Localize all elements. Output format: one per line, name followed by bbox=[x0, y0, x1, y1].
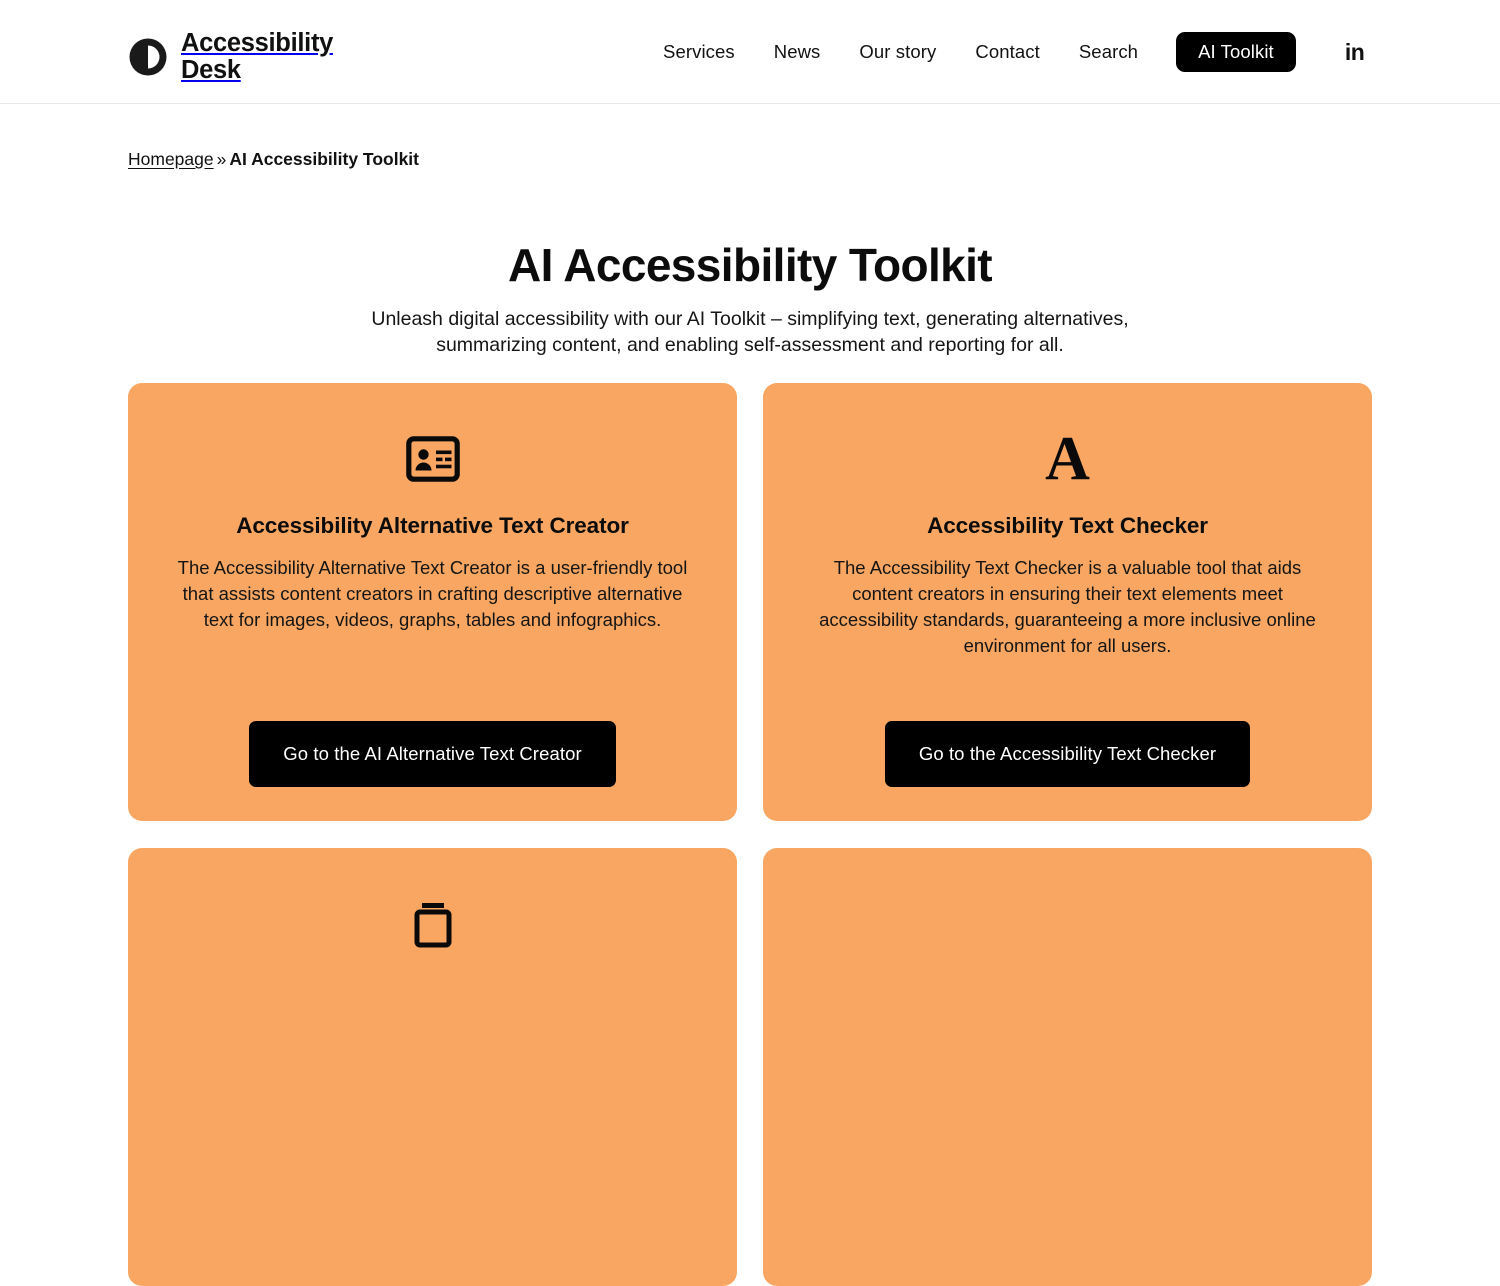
letter-a-icon: A bbox=[1045, 425, 1090, 493]
nav-link-search[interactable]: Search bbox=[1079, 35, 1138, 69]
logo-wordmark: Accessibility Desk bbox=[181, 30, 333, 83]
page-title: AI Accessibility Toolkit bbox=[507, 239, 993, 291]
tool-card-fourth bbox=[763, 848, 1372, 1286]
breadcrumb-current: AI Accessibility Toolkit bbox=[229, 149, 419, 169]
breadcrumb-link-homepage[interactable]: Homepage bbox=[128, 149, 214, 169]
site-logo[interactable]: Accessibility Desk bbox=[128, 30, 333, 83]
nav-link-our-story[interactable]: Our story bbox=[859, 35, 936, 69]
hero-section: AI Accessibility Toolkit Unleash digital… bbox=[0, 238, 1500, 358]
go-to-accessibility-text-checker-button[interactable]: Go to the Accessibility Text Checker bbox=[884, 721, 1251, 787]
toolkit-card-grid: Accessibility Alternative Text Creator T… bbox=[128, 383, 1372, 1286]
card-description: The Accessibility Alternative Text Creat… bbox=[177, 557, 688, 630]
logo-wordmark-line2: Desk bbox=[181, 55, 241, 84]
breadcrumb: Homepage» AI Accessibility Toolkit bbox=[128, 146, 419, 172]
nav-link-news[interactable]: News bbox=[774, 35, 821, 69]
nav-link-services[interactable]: Services bbox=[663, 35, 735, 69]
id-card-icon bbox=[405, 429, 460, 489]
card-description: The Accessibility Text Checker is a valu… bbox=[819, 557, 1316, 656]
logo-wordmark-line1: Accessibility bbox=[181, 29, 334, 57]
site-header: Accessibility Desk Services News Our stor… bbox=[0, 0, 1500, 104]
document-icon bbox=[409, 894, 457, 954]
card-title: Accessibility Alternative Text Creator bbox=[236, 513, 629, 538]
card-title: Accessibility Text Checker bbox=[927, 513, 1208, 538]
ai-toolkit-button[interactable]: AI Toolkit bbox=[1176, 32, 1296, 72]
tool-card-text-checker: A Accessibility Text Checker The Accessi… bbox=[763, 383, 1372, 821]
page-subtitle: Unleash digital accessibility with our A… bbox=[371, 308, 1129, 357]
nav-link-contact[interactable]: Contact bbox=[975, 35, 1039, 69]
breadcrumb-separator: » bbox=[216, 149, 227, 169]
tool-card-alternative-text-creator: Accessibility Alternative Text Creator T… bbox=[128, 383, 737, 821]
linkedin-icon: in bbox=[1344, 38, 1365, 65]
go-to-alternative-text-creator-button[interactable]: Go to the AI Alternative Text Creator bbox=[249, 721, 616, 787]
linkedin-link[interactable]: in bbox=[1344, 38, 1365, 65]
main-navigation: Services News Our story Contact Search A… bbox=[663, 0, 1365, 104]
tool-card-third bbox=[128, 848, 737, 1286]
accessibility-desk-logo-icon bbox=[128, 37, 168, 77]
